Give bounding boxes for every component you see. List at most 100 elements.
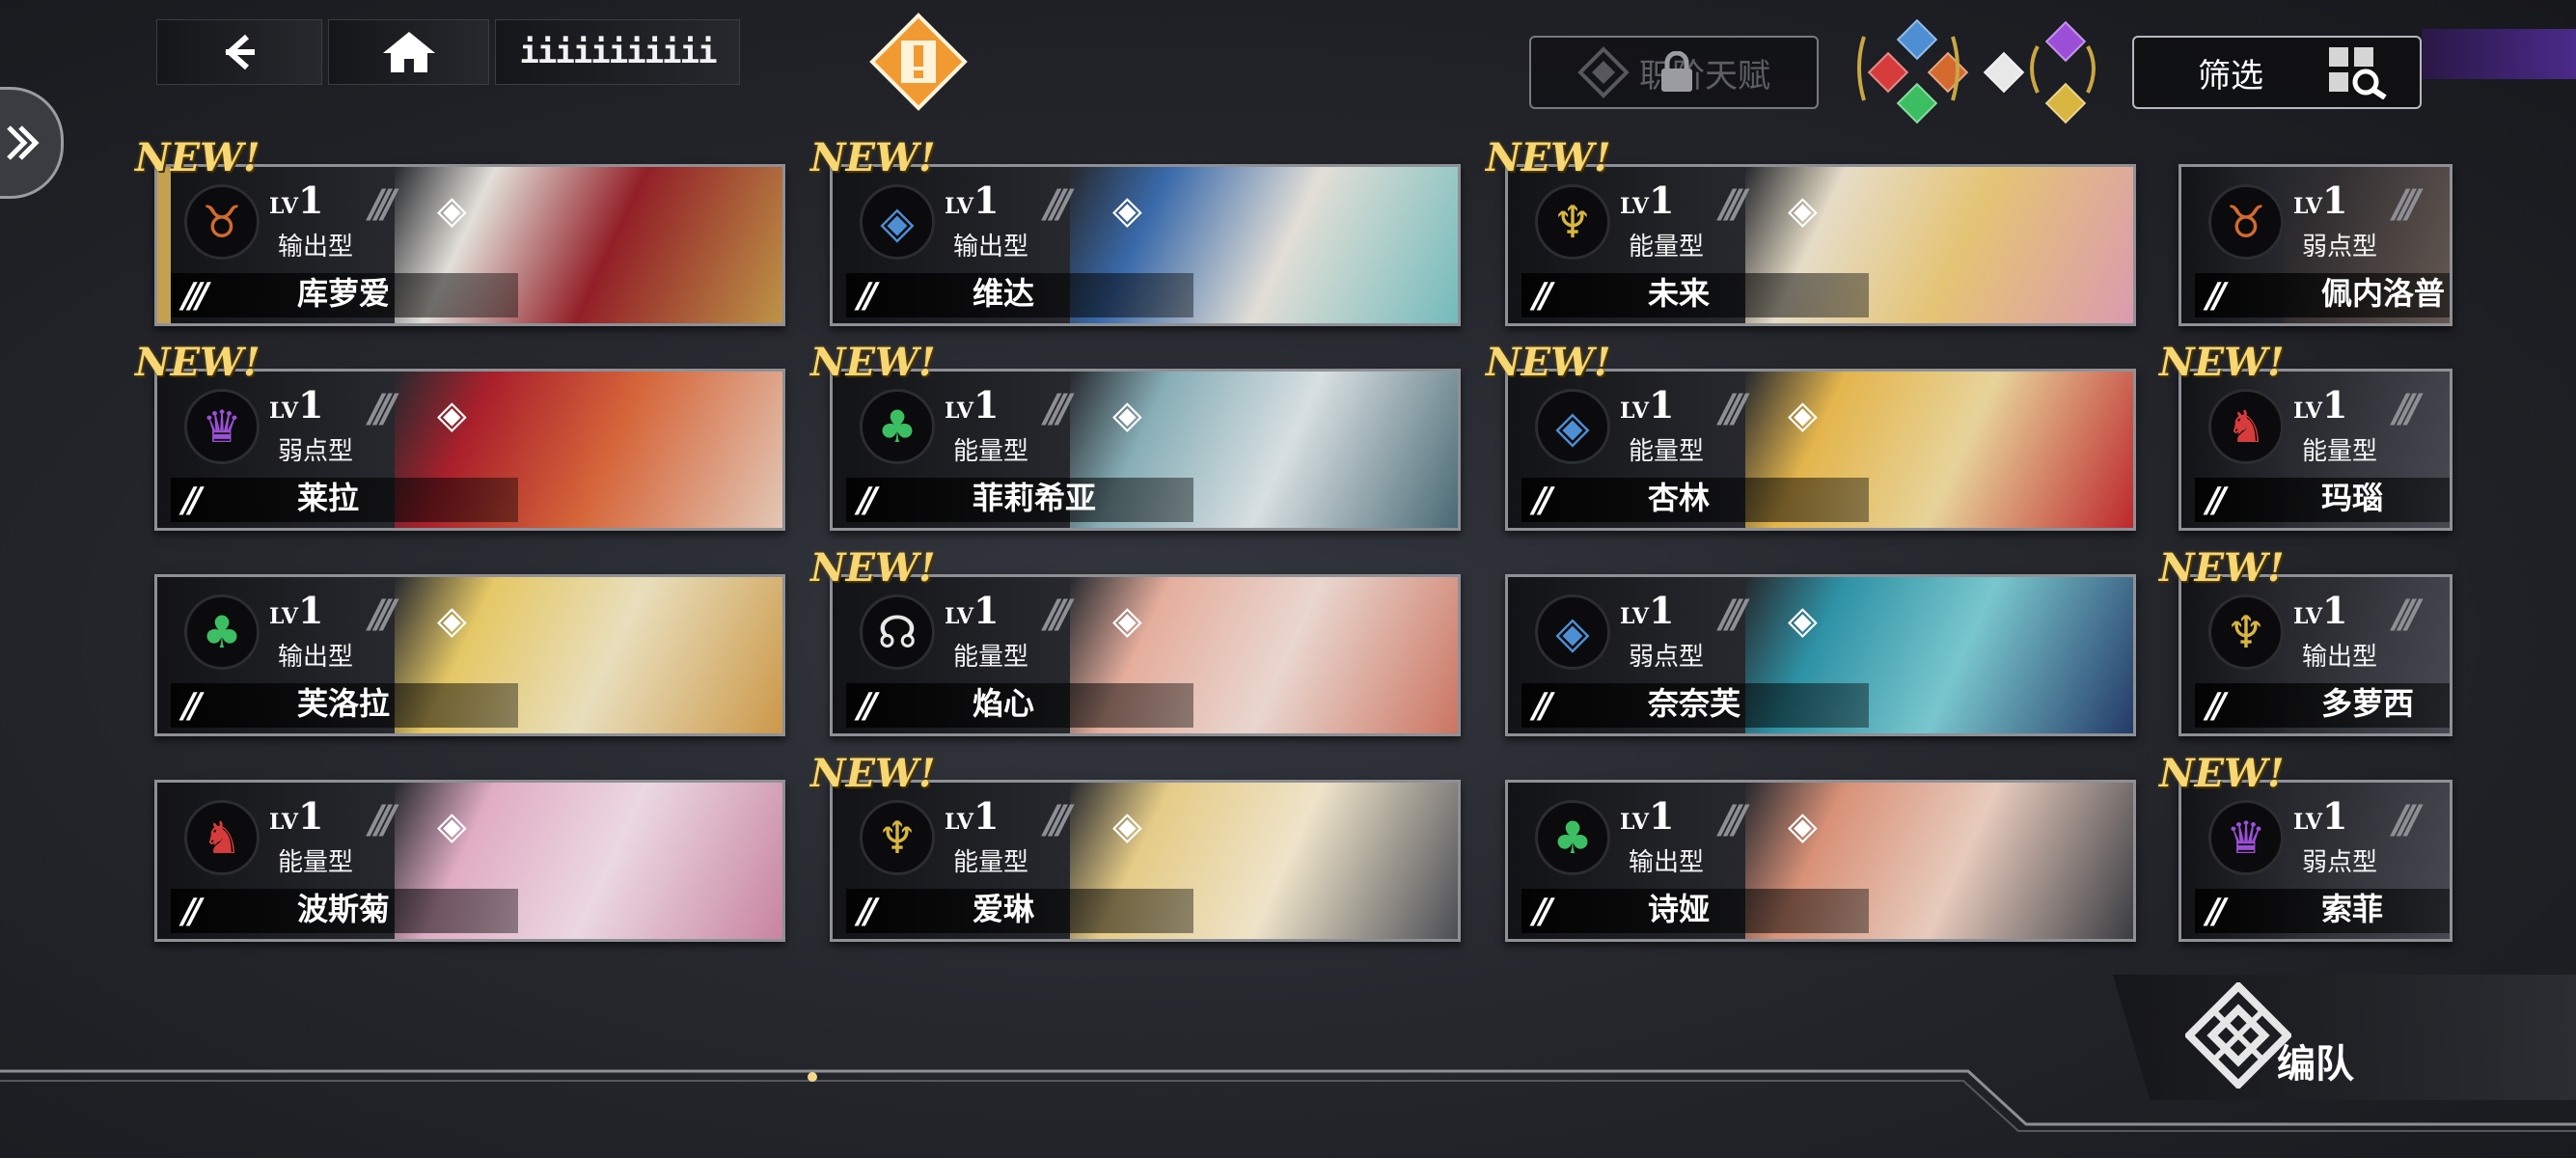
card-level: LV1 [945, 179, 999, 222]
card-stripes-decor: /// [1720, 798, 1747, 842]
character-card[interactable]: ♞ LV1 /// ◈ 能量型 // 波斯菊 [154, 780, 785, 942]
card-name: 芙洛拉 [297, 685, 391, 722]
card-level: LV1 [1620, 383, 1674, 427]
card-role: 能量型 [278, 848, 354, 877]
card-stripes-decor: /// [2394, 387, 2421, 431]
card-stripes-decor: /// [370, 593, 397, 637]
home-button[interactable] [328, 19, 489, 85]
card-stripes-decor: /// [2394, 182, 2421, 227]
card-star-marks: // [2206, 481, 2226, 520]
new-badge: NEW! [810, 751, 936, 796]
card-name: 焰心 [973, 685, 1035, 722]
character-card[interactable]: ♞ LV1 /// ◈ 能量型 // 玛瑙 [2179, 369, 2453, 531]
filter-button[interactable]: 筛选 [2132, 36, 2422, 109]
card-name: 维达 [973, 275, 1035, 312]
level-value: 1 [2321, 794, 2348, 838]
level-prefix: LV [2293, 399, 2322, 424]
character-card[interactable]: ♣ LV1 /// ◈ 输出型 // 芙洛拉 [154, 574, 785, 736]
screen-title-box: iiiiiiiiiii [495, 19, 740, 85]
new-badge: NEW! [2159, 751, 2285, 796]
element-filter-cluster[interactable] [1845, 17, 2115, 124]
double-chevron-right-icon [7, 125, 40, 160]
tree-icon: ♣ [1535, 800, 1610, 875]
character-card[interactable]: ☊ LV1 /// ◈ 能量型 // 焰心 [830, 574, 1461, 736]
chalice-icon: ♆ [2208, 594, 2284, 670]
level-prefix: LV [269, 604, 298, 629]
card-name: 索菲 [2321, 891, 2384, 927]
card-stripes-decor: /// [370, 182, 397, 227]
card-star-marks: // [1533, 892, 1552, 931]
card-name: 佩内洛普 [2321, 275, 2446, 312]
character-card[interactable]: ♆ LV1 /// ◈ 输出型 // 多萝西 [2179, 574, 2453, 736]
card-star-marks: // [182, 686, 202, 726]
team-formation-button[interactable]: 编队 [2113, 975, 2576, 1100]
level-prefix: LV [945, 194, 973, 219]
screen-title: iiiiiiiiiii [519, 33, 717, 71]
card-role: 能量型 [953, 848, 1029, 877]
character-card[interactable]: ◈ LV1 /// ◈ 能量型 // 杏林 [1505, 369, 2136, 531]
grid-search-icon [2329, 47, 2387, 99]
new-badge: NEW! [135, 340, 260, 385]
rank-diamond-icon: ◈ [437, 598, 467, 643]
card-stripes-decor: /// [370, 387, 397, 431]
character-card[interactable]: ♣ LV1 /// ◈ 能量型 // 菲莉希亚 [830, 369, 1461, 531]
class-talent-button-locked[interactable]: 职阶天赋 [1529, 36, 1819, 109]
character-card[interactable]: ♉ LV1 /// ◈ 输出型 /// 库萝爱 [154, 164, 785, 326]
card-role: 输出型 [953, 233, 1029, 262]
level-value: 1 [1648, 179, 1675, 222]
card-role: 能量型 [2302, 437, 2378, 466]
filter-label: 筛选 [2198, 56, 2263, 96]
character-card[interactable]: ♛ LV1 /// ◈ 弱点型 // 莱拉 [154, 369, 785, 531]
level-value: 1 [297, 179, 324, 222]
level-value: 1 [973, 794, 1000, 838]
card-role: 弱点型 [2302, 233, 2378, 262]
level-prefix: LV [2293, 604, 2322, 629]
shield-icon: ◈ [860, 184, 935, 260]
character-card[interactable]: ♆ LV1 /// ◈ 能量型 // 爱琳 [830, 780, 1461, 942]
card-stripes-decor: /// [370, 798, 397, 842]
character-card[interactable]: ♉ LV1 /// ◈ 弱点型 // 佩内洛普 [2179, 164, 2453, 326]
rank-diamond-icon: ◈ [1112, 598, 1142, 643]
card-star-marks: // [182, 481, 202, 520]
card-name: 爱琳 [973, 891, 1035, 927]
card-level: LV1 [269, 179, 323, 222]
card-star-marks: // [858, 276, 877, 316]
talent-diamond-icon [1577, 46, 1630, 98]
rank-diamond-icon: ◈ [1112, 188, 1142, 233]
card-star-marks: // [1533, 276, 1552, 316]
level-prefix: LV [2293, 810, 2322, 835]
character-card[interactable]: ♣ LV1 /// ◈ 输出型 // 诗娅 [1505, 780, 2136, 942]
level-prefix: LV [945, 399, 973, 424]
card-role: 弱点型 [2302, 848, 2378, 877]
exclamation-diamond-icon [869, 13, 968, 111]
card-stripes-decor: /// [2394, 798, 2421, 842]
character-card[interactable]: ◈ LV1 /// ◈ 弱点型 // 奈奈芙 [1505, 574, 2136, 736]
character-card[interactable]: ♆ LV1 /// ◈ 能量型 // 未来 [1505, 164, 2136, 326]
level-value: 1 [973, 179, 1000, 222]
card-name: 奈奈芙 [1648, 685, 1741, 722]
back-button[interactable] [156, 19, 322, 85]
side-expand-button[interactable] [0, 87, 64, 199]
card-stripes-decor: /// [1045, 387, 1072, 431]
card-name: 莱拉 [297, 480, 360, 516]
alert-button[interactable] [868, 12, 969, 112]
level-value: 1 [1648, 794, 1675, 838]
tree-icon: ♣ [184, 594, 260, 670]
level-prefix: LV [1620, 810, 1649, 835]
tree-icon: ♣ [860, 389, 935, 464]
card-star-marks: // [182, 892, 202, 931]
card-star-marks: // [1533, 481, 1552, 520]
card-level: LV1 [269, 383, 323, 427]
card-star-marks: // [2206, 686, 2226, 726]
card-star-marks: // [858, 481, 877, 520]
level-value: 1 [973, 589, 1000, 632]
halo-wing-icon: ☊ [860, 594, 935, 670]
level-value: 1 [2321, 383, 2348, 427]
card-star-marks: // [2206, 276, 2226, 316]
card-role: 能量型 [1629, 233, 1705, 262]
character-card[interactable]: ◈ LV1 /// ◈ 输出型 // 维达 [830, 164, 1461, 326]
demon-icon: ♉ [2208, 184, 2284, 260]
level-prefix: LV [945, 604, 973, 629]
character-card[interactable]: ♛ LV1 /// ◈ 弱点型 // 索菲 [2179, 780, 2453, 942]
card-star-marks: /// [182, 276, 209, 316]
